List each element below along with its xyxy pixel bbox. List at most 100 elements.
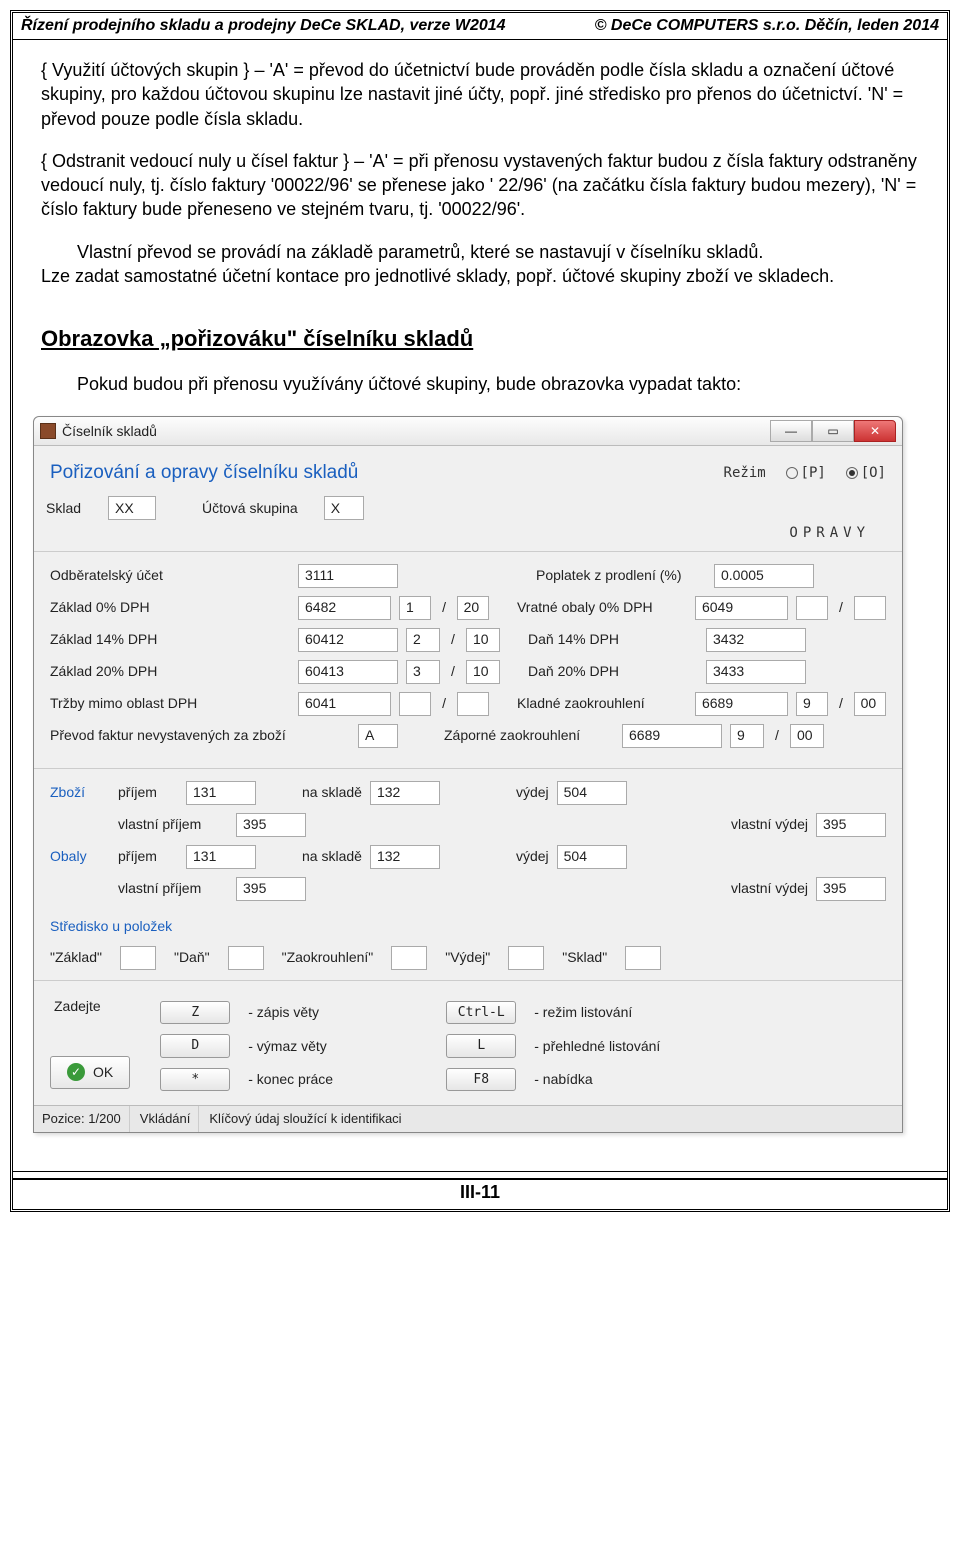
paragraph-3: Vlastní převod se provádí na základě par… (41, 240, 919, 289)
vratne-obaly-f2[interactable] (796, 596, 828, 620)
zbozi-nasklade-field[interactable]: 132 (370, 781, 440, 805)
ok-button[interactable]: ✓ OK (50, 1056, 130, 1089)
key-ctrl-l[interactable]: Ctrl-L (446, 1001, 516, 1025)
titlebar: Číselník skladů — ▭ ✕ (34, 417, 902, 446)
status-bar: Pozice: 1/200 Vkládání Klíčový údaj slou… (34, 1105, 902, 1132)
odb-ucet-label: Odběratelský účet (50, 566, 290, 585)
kladne-zaokr-f2[interactable]: 9 (796, 692, 828, 716)
prevod-label: Převod faktur nevystavených za zboží (50, 726, 350, 745)
paragraph-1: { Využití účtových skupin } – 'A' = přev… (41, 58, 919, 131)
zaklad14-f2[interactable]: 2 (406, 628, 440, 652)
zbozi-vlprijem-field[interactable]: 395 (236, 813, 306, 837)
zaklad14-f1[interactable]: 60412 (298, 628, 398, 652)
q-zaokr-field[interactable] (391, 946, 427, 970)
header-right: © DeCe COMPUTERS s.r.o. Děčín, leden 201… (595, 17, 939, 35)
zaklad0-label: Základ 0% DPH (50, 598, 290, 617)
odb-ucet-field[interactable]: 3111 (298, 564, 398, 588)
poplatek-field[interactable]: 0.0005 (714, 564, 814, 588)
zaklad14-label: Základ 14% DPH (50, 630, 290, 649)
obaly-vlvydej-field[interactable]: 395 (816, 877, 886, 901)
zbozi-vlvydej-field[interactable]: 395 (816, 813, 886, 837)
kladne-zaokr-f3[interactable]: 00 (854, 692, 886, 716)
zaporne-zaokr-f1[interactable]: 6689 (622, 724, 722, 748)
q-sklad-field[interactable] (625, 946, 661, 970)
radio-p[interactable] (786, 467, 798, 479)
zaklad20-f2[interactable]: 3 (406, 660, 440, 684)
mode-radio-group: Režim [P] [O] (724, 464, 886, 483)
sklad-field[interactable]: XX (108, 496, 156, 520)
zaklad20-f3[interactable]: 10 (466, 660, 500, 684)
obaly-vlprijem-field[interactable]: 395 (236, 877, 306, 901)
rezim-label: Režim (724, 465, 766, 481)
zaporne-zaokr-label: Záporné zaokrouhlení (444, 726, 614, 745)
minimize-button[interactable]: — (770, 420, 812, 442)
key-star[interactable]: * (160, 1068, 230, 1092)
zbozi-vydej-field[interactable]: 504 (557, 781, 627, 805)
key-l[interactable]: L (446, 1034, 516, 1058)
status-hint: Klíčový údaj sloužící k identifikaci (201, 1106, 902, 1132)
zaporne-zaokr-f2[interactable]: 9 (730, 724, 764, 748)
key-f8[interactable]: F8 (446, 1068, 516, 1092)
zaklad0-f3[interactable]: 20 (457, 596, 489, 620)
zadejte-label: Zadejte (50, 997, 130, 1016)
zaklad0-f2[interactable]: 1 (399, 596, 431, 620)
dan20-field[interactable]: 3433 (706, 660, 806, 684)
vlvydej-label: vlastní výdej (731, 815, 808, 834)
key-d[interactable]: D (160, 1034, 230, 1058)
q-dan-field[interactable] (228, 946, 264, 970)
q-zaokr: "Zaokrouhlení" (282, 948, 374, 967)
obaly-vydej-field[interactable]: 504 (557, 845, 627, 869)
form-title: Pořizování a opravy číselníku skladů (50, 460, 358, 486)
radio-o[interactable] (846, 467, 858, 479)
prevod-f1[interactable]: A (358, 724, 398, 748)
para3-line1: Vlastní převod se provádí na základě par… (41, 240, 919, 264)
app-window: Číselník skladů — ▭ ✕ Pořizování a oprav… (33, 416, 903, 1133)
nasklade-label: na skladě (302, 783, 362, 802)
zaklad20-label: Základ 20% DPH (50, 662, 290, 681)
vlprijem-label-2: vlastní příjem (118, 879, 228, 898)
trzby-f3[interactable] (457, 692, 489, 716)
poplatek-label: Poplatek z prodlení (%) (536, 566, 706, 585)
key-z[interactable]: Z (160, 1001, 230, 1025)
dan20-label: Daň 20% DPH (528, 662, 698, 681)
paragraph-2: { Odstranit vedoucí nuly u čísel faktur … (41, 149, 919, 222)
zaporne-zaokr-f3[interactable]: 00 (790, 724, 824, 748)
close-button[interactable]: ✕ (854, 420, 896, 442)
trzby-f1[interactable]: 6041 (298, 692, 391, 716)
opravy-label: OPRAVY (46, 524, 890, 543)
dan14-field[interactable]: 3432 (706, 628, 806, 652)
trzby-label: Tržby mimo oblast DPH (50, 694, 290, 713)
key-d-desc: - výmaz věty (248, 1037, 428, 1056)
kladne-zaokr-f1[interactable]: 6689 (695, 692, 788, 716)
stredisko-label: Středisko u položek (46, 915, 890, 936)
uctova-skupina-label: Účtová skupina (202, 499, 298, 518)
obaly-prijem-field[interactable]: 131 (186, 845, 256, 869)
vratne-obaly-field[interactable]: 6049 (695, 596, 788, 620)
kladne-zaokr-label: Kladné zaokrouhlení (517, 694, 687, 713)
document-content: { Využití účtových skupin } – 'A' = přev… (13, 40, 947, 1163)
zaklad0-f1[interactable]: 6482 (298, 596, 391, 620)
nasklade-label-2: na skladě (302, 847, 362, 866)
obaly-nasklade-field[interactable]: 132 (370, 845, 440, 869)
maximize-button[interactable]: ▭ (812, 420, 854, 442)
obaly-label: Obaly (50, 847, 110, 866)
zbozi-label: Zboží (50, 783, 110, 802)
vratne-obaly-f3[interactable] (854, 596, 886, 620)
status-mode: Vkládání (132, 1106, 200, 1132)
zaklad14-f3[interactable]: 10 (466, 628, 500, 652)
q-vydej-field[interactable] (508, 946, 544, 970)
key-ctrl-l-desc: - režim listování (534, 1003, 754, 1022)
uctova-skupina-field[interactable]: X (324, 496, 364, 520)
vlvydej-label-2: vlastní výdej (731, 879, 808, 898)
zbozi-prijem-field[interactable]: 131 (186, 781, 256, 805)
vratne-obaly-label: Vratné obaly 0% DPH (517, 598, 687, 617)
q-zaklad-field[interactable] (120, 946, 156, 970)
para3-line2: Lze zadat samostatné účetní kontace pro … (41, 266, 834, 286)
status-pozice: Pozice: 1/200 (34, 1106, 130, 1132)
q-vydej: "Výdej" (445, 948, 490, 967)
zaklad20-f1[interactable]: 60413 (298, 660, 398, 684)
trzby-f2[interactable] (399, 692, 431, 716)
prijem-label: příjem (118, 783, 178, 802)
dan14-label: Daň 14% DPH (528, 630, 698, 649)
page-number: III-11 (13, 1178, 947, 1203)
